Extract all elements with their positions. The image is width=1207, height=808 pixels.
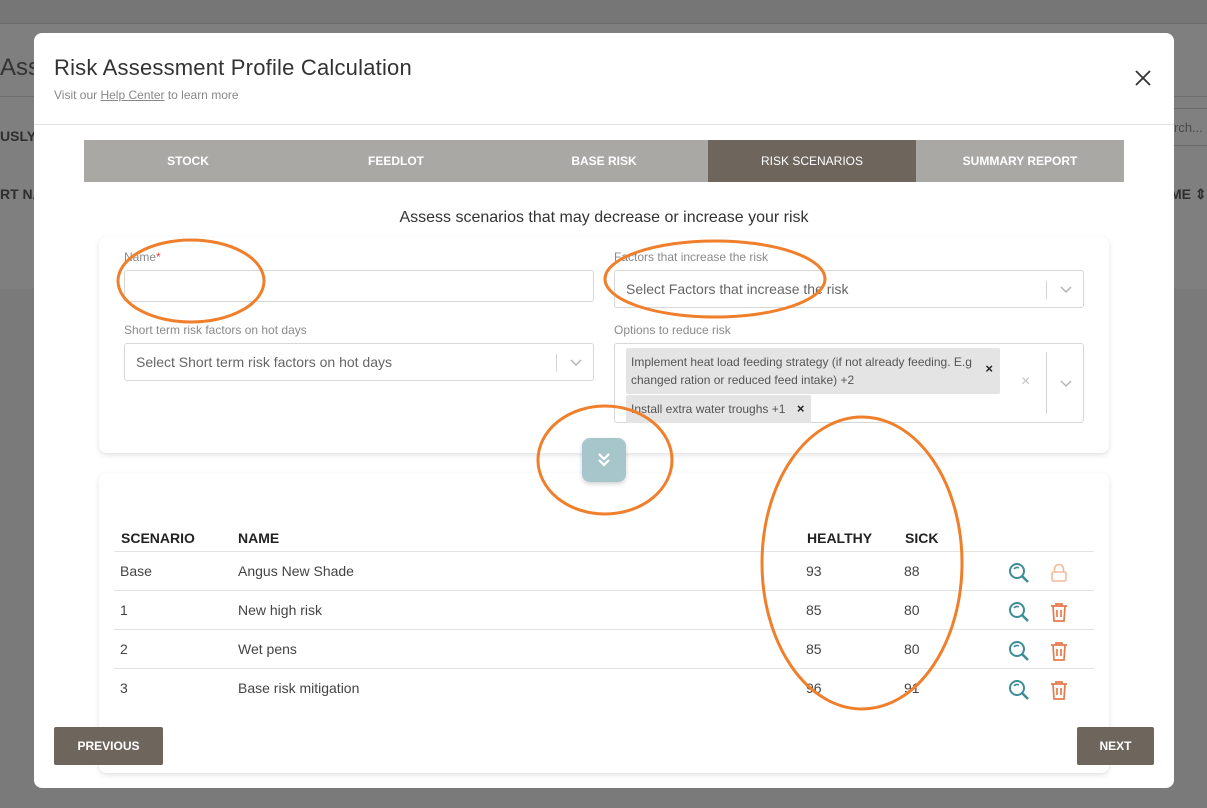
scenario-form-card: Name* Factors that increase the risk Sel…: [99, 237, 1109, 453]
table-row: Base Angus New Shade 93 88: [114, 551, 1094, 590]
options-label: Options to reduce risk: [614, 323, 731, 337]
background-column-header-sort: ME ⇕: [1170, 186, 1207, 202]
select-divider: [1046, 352, 1047, 414]
cell-sick: 80: [904, 641, 920, 657]
select-divider: [1046, 281, 1047, 299]
column-header-name: NAME: [238, 530, 280, 546]
cell-name: Wet pens: [238, 641, 297, 657]
chevron-down-icon[interactable]: [569, 358, 583, 368]
chevron-down-icon[interactable]: [1059, 285, 1073, 295]
tab-base-risk[interactable]: BASE RISK: [500, 140, 708, 182]
next-button[interactable]: NEXT: [1077, 727, 1154, 765]
cell-sick: 80: [904, 602, 920, 618]
column-header-healthy: HEALTHY: [807, 530, 873, 546]
chevron-down-icon[interactable]: [1059, 379, 1073, 389]
cell-scenario: 3: [120, 680, 128, 696]
lock-icon: [1051, 563, 1067, 582]
tab-feedlot[interactable]: FEEDLOT: [292, 140, 500, 182]
name-label: Name*: [124, 250, 161, 264]
section-subtitle: Assess scenarios that may decrease or in…: [399, 209, 809, 226]
table-row: 1 New high risk 85 80: [114, 590, 1094, 629]
modal-title: Risk Assessment Profile Calculation: [54, 55, 412, 80]
wizard-tabs: STOCK FEEDLOT BASE RISK RISK SCENARIOS S…: [84, 140, 1124, 182]
cell-scenario: 2: [120, 641, 128, 657]
scenarios-table-card: SCENARIO NAME HEALTHY SICK Base Angus Ne…: [99, 473, 1109, 773]
expand-form-button[interactable]: [582, 438, 626, 482]
help-center-link[interactable]: Help Center: [100, 88, 164, 102]
clear-all-icon[interactable]: ×: [1021, 373, 1030, 391]
cell-healthy: 96: [806, 680, 822, 696]
background-top-bar: [0, 0, 1207, 24]
table-row: 2 Wet pens 85 80: [114, 629, 1094, 668]
tab-summary-report[interactable]: SUMMARY REPORT: [916, 140, 1124, 182]
double-chevron-down-icon: [598, 453, 610, 467]
select-divider: [556, 354, 557, 372]
tab-risk-scenarios[interactable]: RISK SCENARIOS: [708, 140, 916, 182]
column-header-scenario: SCENARIO: [121, 530, 195, 546]
short-term-select[interactable]: Select Short term risk factors on hot da…: [124, 343, 594, 381]
tab-stock[interactable]: STOCK: [84, 140, 292, 182]
cell-name: Base risk mitigation: [238, 680, 360, 696]
close-icon[interactable]: [1132, 67, 1154, 89]
trash-icon[interactable]: [1047, 639, 1071, 663]
trash-icon[interactable]: [1047, 678, 1071, 702]
cell-sick: 91: [904, 680, 920, 696]
view-icon[interactable]: [1007, 639, 1031, 663]
option-tag: Implement heat load feeding strategy (if…: [626, 348, 1000, 394]
header-divider: [34, 124, 1174, 125]
risk-assessment-modal: Risk Assessment Profile Calculation Visi…: [34, 33, 1174, 788]
table-row: 3 Base risk mitigation 96 91: [114, 668, 1094, 707]
modal-subtitle: Visit our Help Center to learn more: [54, 88, 239, 102]
view-icon[interactable]: [1007, 678, 1031, 702]
name-input[interactable]: [124, 270, 594, 302]
cell-healthy: 85: [806, 602, 822, 618]
background-column-label: USLY: [0, 128, 37, 144]
short-term-placeholder: Select Short term risk factors on hot da…: [136, 354, 392, 370]
remove-tag-icon[interactable]: ×: [985, 360, 993, 378]
cell-healthy: 85: [806, 641, 822, 657]
option-tag-label: Implement heat load feeding strategy (if…: [631, 355, 972, 387]
cell-healthy: 93: [806, 563, 822, 579]
view-icon[interactable]: [1007, 600, 1031, 624]
background-search-input: rch...: [1170, 108, 1207, 146]
option-tag-label: Install extra water troughs +1: [631, 402, 786, 416]
remove-tag-icon[interactable]: ×: [797, 400, 805, 418]
options-select[interactable]: Implement heat load feeding strategy (if…: [614, 343, 1084, 423]
factors-label: Factors that increase the risk: [614, 250, 769, 264]
subtitle-suffix: to learn more: [164, 88, 239, 102]
cell-scenario: Base: [120, 563, 152, 579]
trash-icon[interactable]: [1047, 600, 1071, 624]
factors-placeholder: Select Factors that increase the risk: [626, 281, 849, 297]
option-tag: Install extra water troughs +1 ×: [626, 395, 812, 423]
previous-button[interactable]: PREVIOUS: [54, 727, 163, 765]
cell-sick: 88: [904, 563, 920, 579]
subtitle-prefix: Visit our: [54, 88, 101, 102]
column-header-sick: SICK: [905, 530, 939, 546]
cell-name: Angus New Shade: [238, 563, 354, 579]
cell-name: New high risk: [238, 602, 323, 618]
cell-scenario: 1: [120, 602, 128, 618]
short-term-label: Short term risk factors on hot days: [124, 323, 307, 337]
factors-select[interactable]: Select Factors that increase the risk: [614, 270, 1084, 308]
view-icon[interactable]: [1007, 561, 1031, 585]
